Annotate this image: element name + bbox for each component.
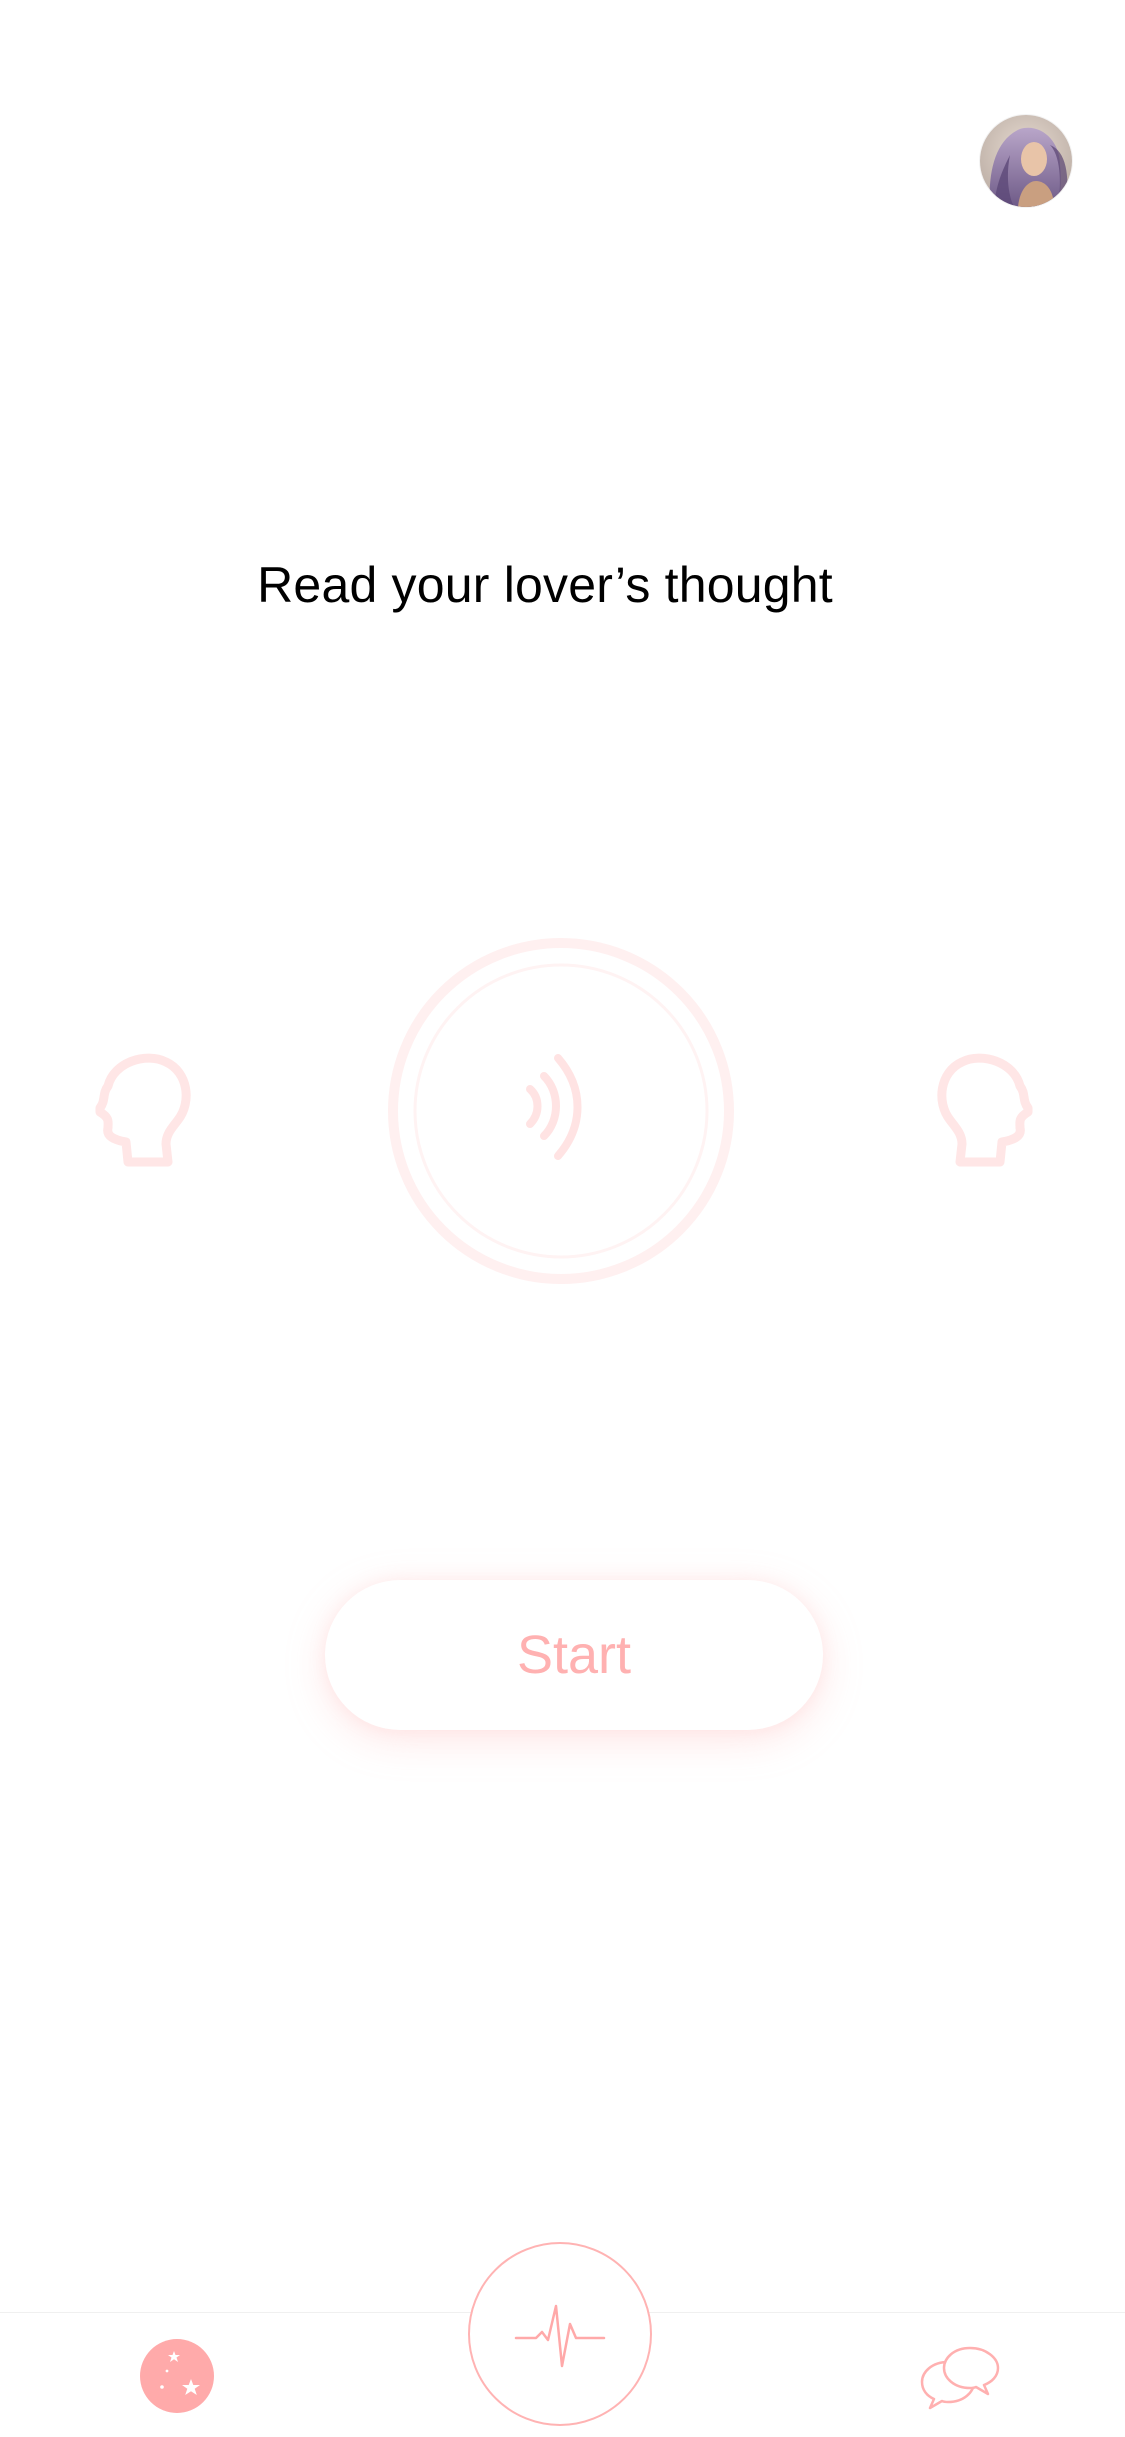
start-button-label: Start — [516, 1625, 632, 1685]
tab-stars[interactable] — [140, 2339, 214, 2413]
sound-wave-circle[interactable] — [386, 936, 736, 1286]
avatar-image — [980, 115, 1072, 207]
sound-wave-icon — [526, 1054, 582, 1160]
chat-bubbles-icon — [920, 2346, 1000, 2410]
head-profile-right-icon — [934, 1050, 1044, 1174]
tab-heartbeat[interactable] — [468, 2242, 652, 2426]
head-profile-left-icon — [84, 1050, 194, 1174]
heartbeat-icon — [514, 2304, 606, 2368]
stars-icon — [160, 2351, 200, 2395]
start-button[interactable]: Start — [325, 1580, 823, 1730]
profile-avatar[interactable] — [980, 115, 1072, 207]
tab-chat[interactable] — [918, 2344, 1004, 2412]
page-title: Read your lover’s thought — [257, 557, 833, 613]
